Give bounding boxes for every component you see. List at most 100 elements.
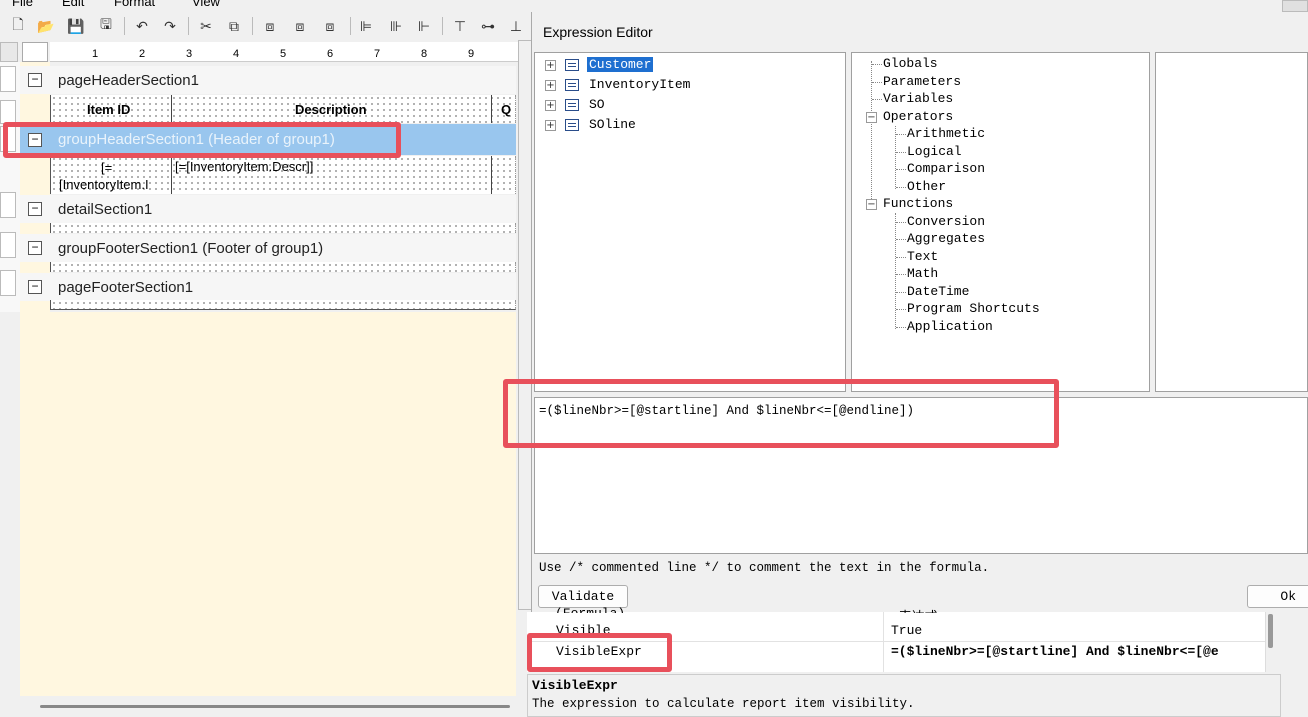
prop-value-visibleexpr[interactable]: =($lineNbr>=[@startline] And $lineNbr<=[… [891,644,1259,659]
section-label: groupFooterSection1 (Footer of group1) [58,239,324,257]
property-description: VisibleExpr The expression to calculate … [527,674,1281,717]
prop-name-formula: (Formula) [555,606,625,613]
property-grid[interactable]: (Formula) <表达式> Visible True VisibleExpr… [527,606,1277,672]
save-icon[interactable]: 💾 [66,16,86,36]
align-middle-icon[interactable]: ⊶ [478,16,498,36]
tree-item-logical[interactable]: Logical [907,144,962,159]
group-icon[interactable]: ⧈ [320,16,340,36]
tree-item-application[interactable]: Application [907,319,993,334]
tree-item-comparison[interactable]: Comparison [907,161,985,176]
ok-button[interactable]: Ok [1247,585,1308,608]
expand-icon[interactable]: + [545,100,556,111]
prop-value-visible[interactable]: True [891,623,922,638]
align-left-icon[interactable]: ⊫ [356,16,376,36]
send-back-icon[interactable]: ⧈ [290,16,310,36]
ruler-tick: 6 [327,48,334,60]
collapse-icon[interactable]: − [28,202,42,216]
redo-icon[interactable]: ↷ [160,16,180,36]
functions-tree[interactable]: Globals Parameters Variables − Operators… [851,52,1150,392]
eq-field[interactable]: [= [101,160,112,175]
desc-title: VisibleExpr [532,678,618,693]
tree-item-so[interactable]: SO [589,97,605,112]
section-label: detailSection1 [58,200,153,218]
section-label: pageFooterSection1 [58,278,194,296]
cut-icon[interactable]: ✂ [196,16,216,36]
expand-icon[interactable]: + [545,120,556,131]
section-page-header[interactable]: − pageHeaderSection1 [20,66,516,94]
formula-editor[interactable]: =($lineNbr>=[@startline] And $lineNbr<=[… [534,397,1308,554]
section-label: pageHeaderSection1 [58,71,199,89]
tables-tree[interactable]: + Customer + InventoryItem + SO + SOline [534,52,846,392]
tree-item-arithmetic[interactable]: Arithmetic [907,126,985,141]
function-help-panel [1155,52,1308,392]
formula-text[interactable]: =($lineNbr>=[@startline] And $lineNbr<=[… [539,404,914,418]
align-top-icon[interactable]: ⊤ [450,16,470,36]
collapse-icon[interactable]: − [28,132,42,147]
tree-item-conversion[interactable]: Conversion [907,214,985,229]
section-page-footer[interactable]: − pageFooterSection1 [20,273,516,301]
copy-icon[interactable]: ⧉ [224,16,244,36]
align-center-icon[interactable]: ⊪ [386,16,406,36]
group-header-band[interactable]: [= [InventoryItem.I [=[InventoryItem.Des… [50,156,516,194]
prop-name-visible[interactable]: Visible [556,623,611,638]
tree-item-program-shortcuts[interactable]: Program Shortcuts [907,301,1040,316]
dialog-title: Expression Editor [543,24,653,40]
tree-item-other[interactable]: Other [907,179,946,194]
tree-item-inventoryitem[interactable]: InventoryItem [589,77,690,92]
expand-icon[interactable]: + [545,80,556,91]
q-header[interactable]: Q [501,102,511,117]
section-group-footer[interactable]: − groupFooterSection1 (Footer of group1) [20,234,516,262]
ruler-tick: 1 [92,48,99,60]
page-footer-band[interactable] [50,300,516,310]
page-header-band[interactable]: Item ID Description Q [50,95,516,123]
validate-button[interactable]: Validate [538,585,628,608]
prop-value-formula: <表达式> [891,606,945,613]
tree-item-functions[interactable]: Functions [883,196,953,211]
ruler-tick: 5 [280,48,287,60]
tree-item-operators[interactable]: Operators [883,109,953,124]
description-header[interactable]: Description [295,102,367,117]
tree-item-globals[interactable]: Globals [883,56,938,71]
tree-item-soline[interactable]: SOline [589,117,636,132]
prop-scrollbar-thumb[interactable] [1268,614,1273,648]
prop-name-visibleexpr[interactable]: VisibleExpr [556,644,642,659]
descr-field[interactable]: [=[InventoryItem.Descr]] [175,159,313,174]
collapse-icon[interactable]: − [28,241,42,255]
align-right-icon[interactable]: ⊩ [414,16,434,36]
bring-front-icon[interactable]: ⧈ [260,16,280,36]
menu-file[interactable]: File [12,0,33,9]
open-folder-icon[interactable]: 📂 [36,16,56,36]
collapse-icon[interactable]: − [866,199,877,210]
tree-item-text[interactable]: Text [907,249,938,264]
tree-item-variables[interactable]: Variables [883,91,953,106]
item-id-header[interactable]: Item ID [87,102,130,117]
section-group-header[interactable]: − groupHeaderSection1 (Header of group1) [20,124,516,155]
collapse-icon[interactable]: − [28,73,42,87]
new-icon[interactable]: 🗋 [8,16,28,36]
inventory-item-field[interactable]: [InventoryItem.I [59,177,169,192]
ruler-tick: 7 [374,48,381,60]
table-icon [565,59,579,71]
section-detail[interactable]: − detailSection1 [20,195,516,223]
tree-item-aggregates[interactable]: Aggregates [907,231,985,246]
collapse-icon[interactable]: − [866,112,877,123]
horizontal-scrollbar[interactable] [40,705,510,708]
tree-item-parameters[interactable]: Parameters [883,74,961,89]
undo-icon[interactable]: ↶ [132,16,152,36]
group-footer-band[interactable] [50,262,516,272]
collapse-icon[interactable]: − [28,280,42,294]
tree-item-math[interactable]: Math [907,266,938,281]
menu-format[interactable]: Format [114,0,155,9]
detail-band[interactable] [50,223,516,233]
tree-item-customer[interactable]: Customer [587,57,654,72]
ruler-tick: 2 [139,48,146,60]
expand-icon[interactable]: + [545,60,556,71]
menu-view[interactable]: View [192,0,220,9]
ruler-tick: 8 [421,48,428,60]
align-bottom-icon[interactable]: ⊥ [506,16,526,36]
menu-edit[interactable]: Edit [62,0,84,9]
tree-item-datetime[interactable]: DateTime [907,284,969,299]
ruler-tick: 9 [468,48,475,60]
report-canvas[interactable] [20,312,516,696]
save-all-icon[interactable]: 🖫 [96,16,116,36]
